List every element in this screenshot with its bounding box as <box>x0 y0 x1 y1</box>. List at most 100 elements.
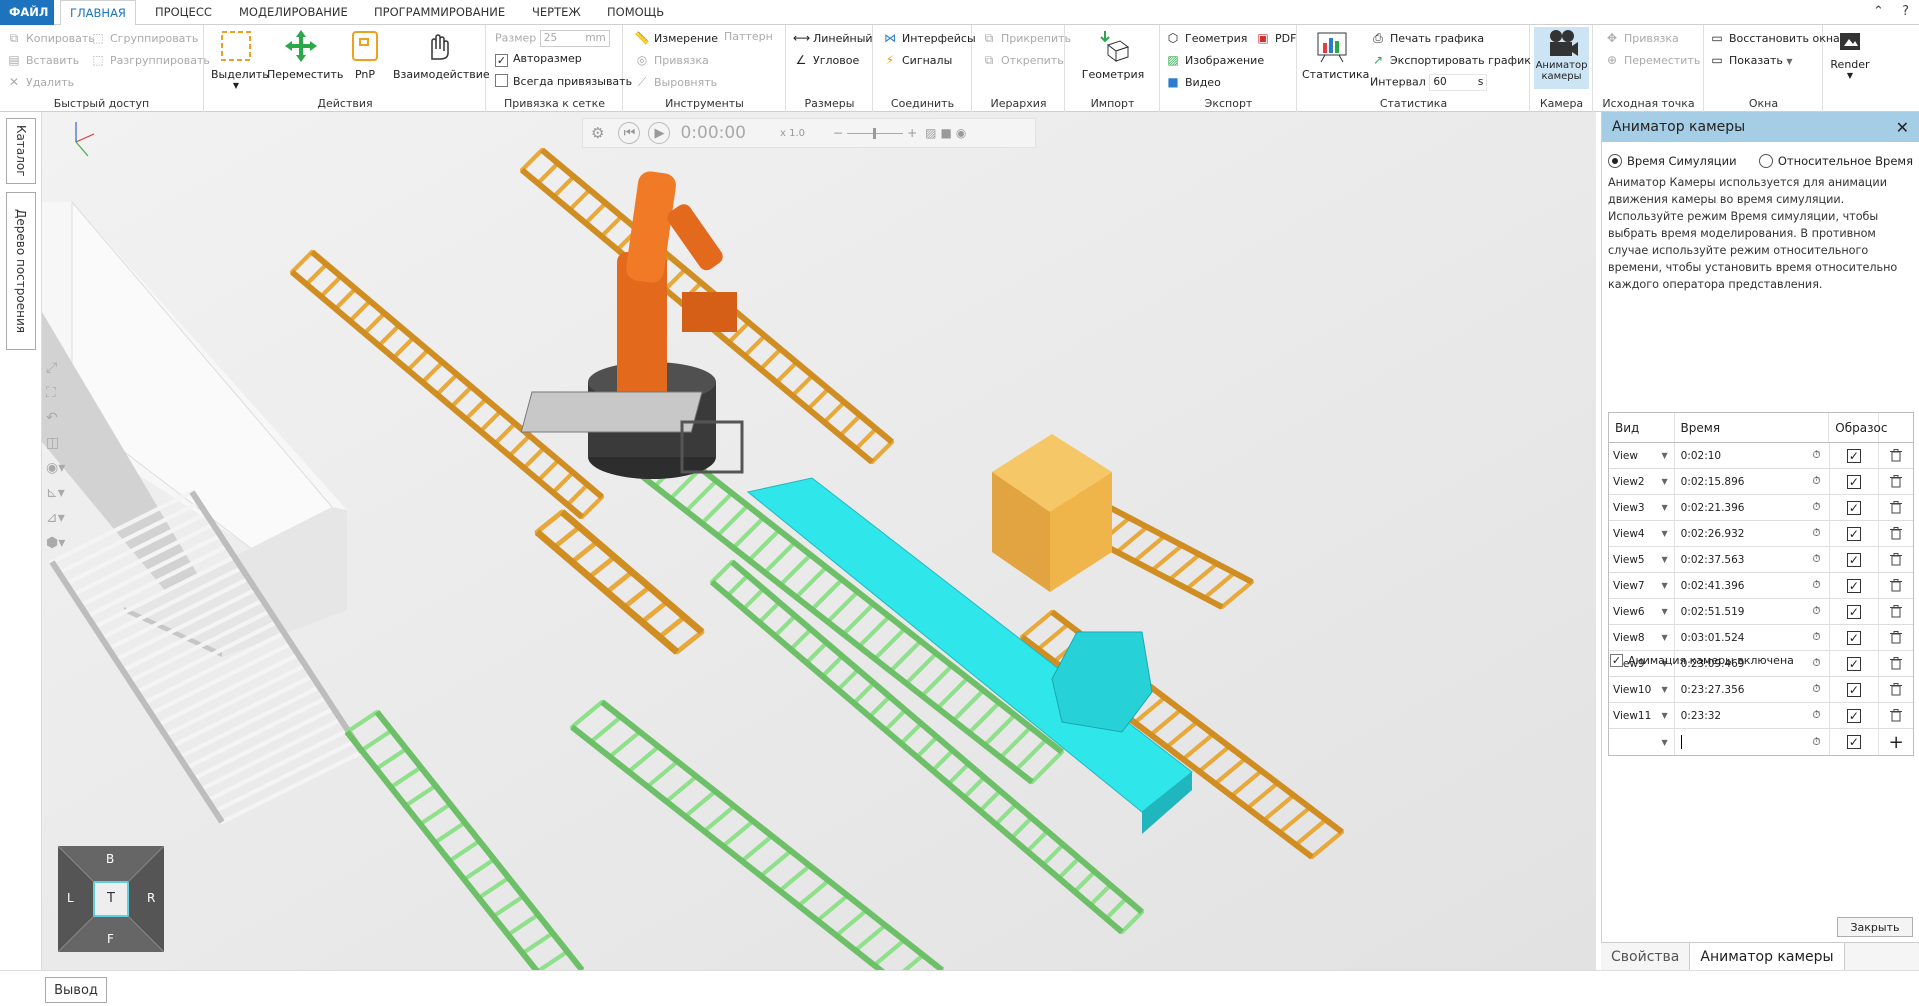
stopwatch-icon[interactable]: ⏱ <box>1812 579 1820 592</box>
align-button[interactable]: ⟋ Выровнять <box>634 74 717 94</box>
snapshot-icon[interactable]: ▨ <box>925 126 936 140</box>
add-row-icon[interactable]: + <box>1879 729 1913 755</box>
row-view-select[interactable]: View ▼ <box>1609 443 1675 468</box>
menu-tab-home[interactable]: ГЛАВНАЯ <box>60 0 136 26</box>
trash-icon[interactable] <box>1879 651 1913 676</box>
attach-button[interactable]: ⧉ Прикрепить <box>981 30 1071 50</box>
tool-snap-button[interactable]: ◎ Привязка <box>634 52 709 72</box>
row-sample-checkbox[interactable]: ✓ <box>1846 500 1861 515</box>
trash-icon[interactable] <box>1879 573 1913 598</box>
close-panel-icon[interactable]: ✕ <box>1896 118 1909 137</box>
fit-selection-icon[interactable]: ⛶ <box>46 385 65 401</box>
axis-toggle-icon[interactable]: ⊾▾ <box>46 485 65 501</box>
menu-tab-modeling[interactable]: МОДЕЛИРОВАНИЕ <box>230 0 357 25</box>
output-button[interactable]: Вывод <box>45 977 107 1003</box>
interaction-button[interactable]: Взаимодействие <box>393 28 490 81</box>
row-view-select[interactable]: View3 ▼ <box>1609 495 1675 520</box>
export-video-button[interactable]: ■ Видео <box>1165 74 1220 94</box>
collapse-ribbon-icon[interactable]: ⌃ <box>1873 4 1884 19</box>
paste-button[interactable]: ▤ Вставить <box>6 52 79 72</box>
navcube-top[interactable]: T <box>107 891 115 906</box>
row-time-cell[interactable]: 0:02:15.896 ⏱ <box>1675 469 1830 494</box>
trash-icon[interactable] <box>1879 625 1913 650</box>
play-icon[interactable]: ▶ <box>648 122 671 144</box>
speed-slider-handle[interactable] <box>873 127 877 139</box>
trash-icon[interactable] <box>1879 677 1913 702</box>
stopwatch-icon[interactable]: ⏱ <box>1812 605 1820 618</box>
speed-slider[interactable] <box>847 127 904 139</box>
menu-tab-help[interactable]: ПОМОЩЬ <box>598 0 673 25</box>
stopwatch-icon[interactable]: ⏱ <box>1812 553 1820 566</box>
trash-icon[interactable] <box>1879 599 1913 624</box>
ungroup-button[interactable]: ⬚ Разгруппировать <box>90 52 210 72</box>
tab-camera-animator[interactable]: Аниматор камеры <box>1689 943 1845 971</box>
menu-tab-file[interactable]: ФАЙЛ <box>0 0 54 25</box>
pattern-button[interactable]: Паттерн <box>724 30 773 50</box>
3d-viewport[interactable]: ⚙ ⏮ ▶ 0:00:00 x 1.0 − + ▨ ■ ◉ ⤢ ⛶ ↶ ◫ ◉▾… <box>42 112 1596 970</box>
row-sample-checkbox[interactable]: ✓ <box>1846 526 1861 541</box>
interfaces-button[interactable]: ⋈ Интерфейсы <box>882 30 976 50</box>
print-chart-button[interactable]: ⎙ Печать графика <box>1370 30 1484 50</box>
radio-relative-time[interactable]: Относительное Время <box>1758 154 1913 168</box>
row-sample-checkbox[interactable]: ✓ <box>1846 552 1861 567</box>
record-video-icon[interactable]: ■ <box>940 126 951 140</box>
interval-input[interactable]: 60 s <box>1429 74 1488 91</box>
row-time-cell[interactable]: 0:23:32 ⏱ <box>1675 703 1830 728</box>
grid-toggle-icon[interactable]: ⊿▾ <box>46 510 65 526</box>
help-icon[interactable]: ? <box>1902 4 1909 19</box>
menu-tab-process[interactable]: ПРОЦЕСС <box>146 0 221 25</box>
row-time-cell[interactable]: 0:02:37.563 ⏱ <box>1675 547 1830 572</box>
navcube-left[interactable]: L <box>67 891 74 905</box>
trash-icon[interactable] <box>1879 495 1913 520</box>
trash-icon[interactable] <box>1879 443 1913 468</box>
new-row-view-select[interactable]: ▼ <box>1609 729 1675 755</box>
delete-button[interactable]: ✕ Удалить <box>6 74 74 94</box>
show-button[interactable]: ▭ Показать ▼ <box>1709 52 1792 72</box>
menu-tab-drawing[interactable]: ЧЕРТЕЖ <box>523 0 590 25</box>
export-pdf-button[interactable]: ▣ PDF <box>1255 30 1296 50</box>
stop-icon[interactable]: ◉ <box>956 126 966 140</box>
export-chart-button[interactable]: ↗Экспортировать график ▼ <box>1370 52 1541 72</box>
build-tree-tab[interactable]: Дерево построения <box>6 192 36 350</box>
speed-plus-icon[interactable]: + <box>907 126 917 140</box>
always-snap-checkbox[interactable]: Всегда привязывать <box>495 74 632 94</box>
row-view-select[interactable]: View7 ▼ <box>1609 573 1675 598</box>
row-time-cell[interactable]: 0:03:01.524 ⏱ <box>1675 625 1830 650</box>
rewind-icon[interactable]: ⏮ <box>618 122 641 144</box>
angular-dimension-button[interactable]: ∠ Угловое <box>793 52 860 72</box>
pnp-button[interactable]: PnP <box>345 28 385 81</box>
row-view-select[interactable]: View2 ▼ <box>1609 469 1675 494</box>
render-mode-icon[interactable]: ◉▾ <box>46 460 65 476</box>
catalog-tab[interactable]: Каталог <box>6 118 36 184</box>
row-time-cell[interactable]: 0:02:21.396 ⏱ <box>1675 495 1830 520</box>
row-time-cell[interactable]: 0:02:41.396 ⏱ <box>1675 573 1830 598</box>
row-view-select[interactable]: View8 ▼ <box>1609 625 1675 650</box>
stopwatch-icon[interactable]: ⏱ <box>1812 527 1820 540</box>
stopwatch-icon[interactable]: ⏱ <box>1812 631 1820 644</box>
stopwatch-icon[interactable]: ⏱ <box>1812 475 1820 488</box>
trash-icon[interactable] <box>1879 703 1913 728</box>
row-view-select[interactable]: View4 ▼ <box>1609 521 1675 546</box>
settings-gear-icon[interactable]: ⚙ <box>591 124 604 142</box>
signals-button[interactable]: ⚡ Сигналы <box>882 52 952 72</box>
linear-dimension-button[interactable]: ⟷ Линейный <box>793 30 873 50</box>
copy-button[interactable]: ⧉ Копировать <box>6 30 95 50</box>
detach-button[interactable]: ⧉ Открепить <box>981 52 1064 72</box>
export-geometry-button[interactable]: ⬡ Геометрия <box>1165 30 1248 50</box>
navcube-front[interactable]: F <box>107 932 114 946</box>
new-row-stopwatch-icon[interactable]: ⏱ <box>1812 736 1820 749</box>
origin-move-button[interactable]: ⊕ Переместить <box>1604 52 1700 72</box>
group-button[interactable]: ⬚ Сгруппировать <box>90 30 198 50</box>
render-button[interactable]: Render ▼ <box>1830 30 1870 80</box>
speed-minus-icon[interactable]: − <box>833 126 843 140</box>
row-sample-checkbox[interactable]: ✓ <box>1846 708 1861 723</box>
measure-button[interactable]: 📏 Измерение <box>634 30 719 50</box>
trash-icon[interactable] <box>1879 521 1913 546</box>
row-sample-checkbox[interactable]: ✓ <box>1846 604 1861 619</box>
stopwatch-icon[interactable]: ⏱ <box>1812 657 1820 670</box>
row-view-select[interactable]: View10 ▼ <box>1609 677 1675 702</box>
new-row-checkbox[interactable]: ✓ <box>1846 735 1861 749</box>
row-sample-checkbox[interactable]: ✓ <box>1846 682 1861 697</box>
radio-simulation-time[interactable]: Время Симуляции <box>1608 154 1737 168</box>
row-time-cell[interactable]: 0:02:51.519 ⏱ <box>1675 599 1830 624</box>
